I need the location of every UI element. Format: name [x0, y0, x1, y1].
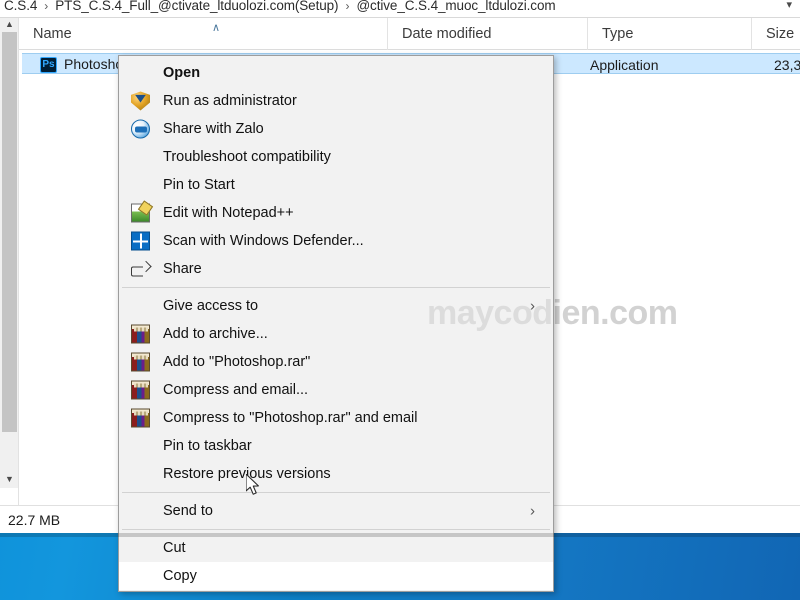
menu-item-pin-to-start[interactable]: Pin to Start: [119, 171, 553, 199]
menu-item-label: Open: [163, 65, 201, 81]
menu-separator: [122, 287, 550, 288]
notepad-plus-plus-icon: [131, 203, 150, 223]
zalo-icon: [131, 119, 150, 139]
menu-item-label: Send to: [163, 503, 213, 519]
menu-item-add-to-photoshop-rar[interactable]: Add to "Photoshop.rar": [119, 348, 553, 376]
column-header-date-modified[interactable]: Date modified: [387, 18, 587, 50]
column-header-date-modified-label: Date modified: [402, 26, 492, 42]
menu-item-label: Give access to: [163, 298, 259, 314]
status-bar-size-text: 22.7 MB: [8, 511, 61, 528]
column-header-type[interactable]: Type: [587, 18, 751, 50]
menu-item-label: Compress and email...: [163, 382, 309, 398]
file-type-cell: Application: [590, 57, 659, 73]
menu-item-send-to[interactable]: Send to ›: [119, 497, 553, 525]
menu-item-label: Compress to "Photoshop.rar" and email: [163, 410, 418, 426]
menu-item-label: Copy: [163, 568, 197, 584]
scrollbar-thumb[interactable]: [2, 32, 17, 432]
scroll-up-arrow-icon[interactable]: ▲: [3, 18, 16, 31]
winrar-icon: [131, 408, 150, 428]
file-size-cell: 23,3: [774, 57, 800, 73]
menu-item-label: Share: [163, 261, 202, 277]
menu-item-label: Run as administrator: [163, 93, 297, 109]
menu-item-share[interactable]: Share: [119, 255, 553, 283]
menu-item-label: Scan with Windows Defender...: [163, 233, 364, 249]
submenu-arrow-icon: ›: [530, 297, 535, 315]
column-header-type-label: Type: [602, 26, 634, 42]
menu-item-pin-to-taskbar[interactable]: Pin to taskbar: [119, 432, 553, 460]
screen-root: C.S.4 › PTS_C.S.4_Full_@ctivate_ltduoloz…: [0, 0, 800, 600]
menu-item-run-as-administrator[interactable]: Run as administrator: [119, 87, 553, 115]
column-header-size-label: Size: [766, 26, 795, 42]
menu-item-label: Restore previous versions: [163, 466, 331, 482]
winrar-icon: [131, 352, 150, 372]
menu-item-label: Add to archive...: [163, 326, 268, 342]
menu-item-label: Troubleshoot compatibility: [163, 149, 331, 165]
breadcrumb-separator: ›: [44, 0, 49, 13]
menu-separator: [122, 492, 550, 493]
column-header-size[interactable]: Size: [751, 18, 800, 50]
photoshop-icon: Ps: [40, 57, 57, 73]
window-drop-shadow: [0, 533, 800, 537]
menu-item-give-access-to[interactable]: Give access to ›: [119, 292, 553, 320]
menu-item-restore-previous-versions[interactable]: Restore previous versions: [119, 460, 553, 488]
column-header-name-label: Name: [33, 26, 72, 42]
menu-item-label: Share with Zalo: [163, 121, 264, 137]
menu-item-label: Add to "Photoshop.rar": [163, 354, 311, 370]
address-bar[interactable]: C.S.4 › PTS_C.S.4_Full_@ctivate_ltduoloz…: [0, 0, 800, 18]
share-icon: [131, 260, 150, 279]
breadcrumb-segment-0[interactable]: C.S.4: [4, 0, 37, 13]
menu-item-add-to-archive[interactable]: Add to archive...: [119, 320, 553, 348]
breadcrumb-segment-1[interactable]: PTS_C.S.4_Full_@ctivate_ltduolozi.com(Se…: [55, 0, 338, 13]
menu-item-share-with-zalo[interactable]: Share with Zalo: [119, 115, 553, 143]
submenu-arrow-icon: ›: [530, 502, 535, 520]
column-header-name[interactable]: Name ∧: [19, 18, 387, 50]
windows-defender-icon: [131, 231, 150, 251]
context-menu[interactable]: Open Run as administrator Share with Zalo T…: [118, 55, 554, 592]
menu-item-compress-to-photoshop-rar-and-email[interactable]: Compress to "Photoshop.rar" and email: [119, 404, 553, 432]
menu-item-compress-and-email[interactable]: Compress and email...: [119, 376, 553, 404]
column-header-row: Name ∧ Date modified Type Size: [19, 18, 800, 50]
menu-item-troubleshoot-compatibility[interactable]: Troubleshoot compatibility: [119, 143, 553, 171]
breadcrumb-segment-2[interactable]: @ctive_C.S.4_muoc_ltdulozi.com: [356, 0, 555, 13]
menu-item-cut[interactable]: Cut: [119, 534, 553, 562]
menu-item-label: Pin to taskbar: [163, 438, 252, 454]
menu-item-label: Cut: [163, 540, 186, 556]
scroll-down-arrow-icon[interactable]: ▼: [3, 473, 16, 486]
menu-item-scan-with-windows-defender[interactable]: Scan with Windows Defender...: [119, 227, 553, 255]
menu-item-edit-with-notepad[interactable]: Edit with Notepad++: [119, 199, 553, 227]
breadcrumb-separator: ›: [345, 0, 350, 13]
menu-item-open[interactable]: Open: [119, 59, 553, 87]
navigation-pane: ▲ ▼: [0, 18, 19, 533]
winrar-icon: [131, 380, 150, 400]
menu-separator: [122, 529, 550, 530]
chevron-down-icon[interactable]: ▾: [786, 0, 792, 11]
winrar-icon: [131, 324, 150, 344]
shield-icon: [131, 91, 150, 111]
menu-item-copy[interactable]: Copy: [119, 562, 553, 590]
menu-item-label: Edit with Notepad++: [163, 205, 294, 221]
menu-item-label: Pin to Start: [163, 177, 235, 193]
sort-ascending-icon: ∧: [212, 22, 221, 34]
navigation-pane-scrollbar[interactable]: ▲: [0, 18, 18, 488]
